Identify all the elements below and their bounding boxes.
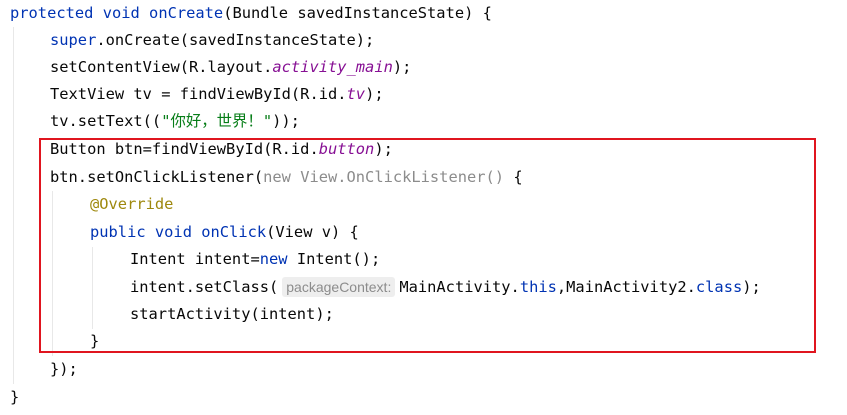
code-text: .onCreate(savedInstanceState); (96, 31, 375, 49)
code-text: TextView tv = findViewById(R.id. (50, 85, 347, 103)
code-text: )); (272, 112, 300, 130)
keyword: super (50, 31, 97, 49)
code-text: ); (392, 58, 412, 76)
keyword: void (102, 4, 140, 22)
code-text: setContentView(R.layout. (50, 58, 273, 76)
code-editor[interactable]: protected void onCreate(Bundle savedInst… (0, 0, 847, 415)
code-text: tv.setText(( (50, 112, 162, 130)
code-line-14: }); (50, 356, 78, 383)
code-text: }); (50, 360, 78, 378)
code-line-5: tv.setText(("你好，世界！")); (50, 108, 300, 135)
code-line-2: super.onCreate(savedInstanceState); (50, 27, 374, 54)
closing-brace: } (10, 388, 20, 406)
code-line-15: } (10, 384, 19, 411)
code-text: ); (365, 85, 384, 103)
string-literal: "你好，世界！" (161, 112, 273, 130)
highlight-box (39, 138, 816, 353)
code-line-3: setContentView(R.layout.activity_main); (50, 54, 411, 81)
field-name: tv (346, 85, 366, 103)
field-name: activity_main (272, 58, 393, 76)
code-line-4: TextView tv = findViewById(R.id.tv); (50, 81, 384, 108)
code-text: (Bundle savedInstanceState) { (223, 4, 492, 22)
method-name: onCreate (149, 4, 224, 22)
indent-guide (13, 27, 14, 384)
keyword: protected (10, 4, 94, 22)
code-line-1: protected void onCreate(Bundle savedInst… (10, 0, 492, 27)
